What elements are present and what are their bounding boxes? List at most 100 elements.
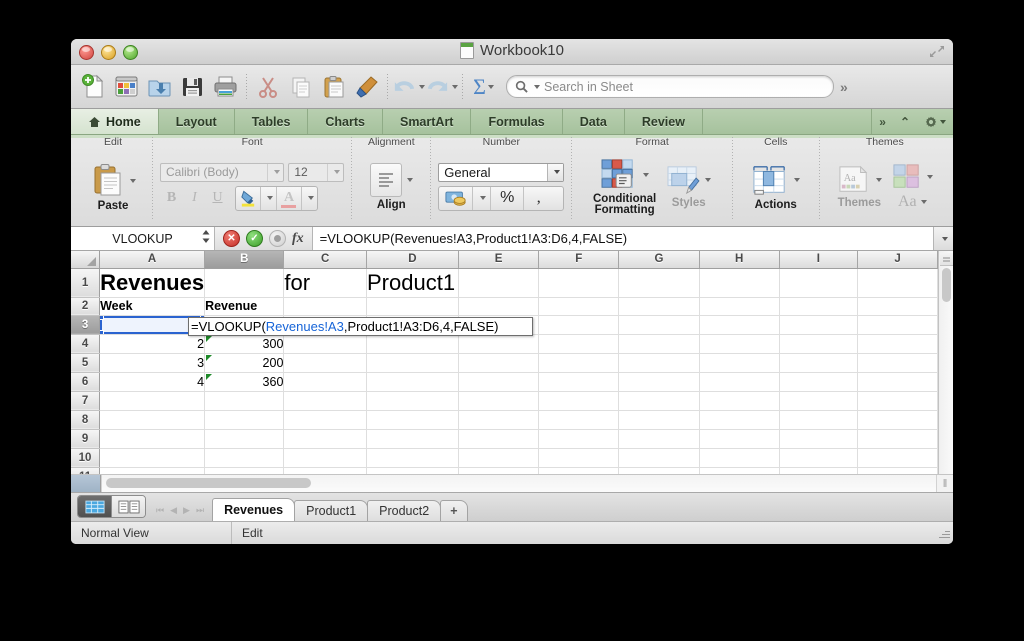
resize-grip[interactable] <box>936 526 950 540</box>
open-file-button[interactable] <box>143 70 176 104</box>
cell-G5[interactable] <box>618 353 700 373</box>
cell-F11[interactable] <box>538 467 620 474</box>
tab-home[interactable]: Home <box>71 109 159 134</box>
ribbon-overflow-button[interactable]: » <box>872 109 893 134</box>
formula-bar-expand-button[interactable] <box>933 227 953 250</box>
row-header-7[interactable]: 7 <box>71 391 101 411</box>
highlight-color-button[interactable] <box>236 186 261 210</box>
cell-A5[interactable]: 3 <box>99 353 206 373</box>
cell-I8[interactable] <box>779 410 858 430</box>
cut-button[interactable] <box>251 70 284 104</box>
page-layout-view-button[interactable] <box>111 496 145 517</box>
cell-G7[interactable] <box>618 391 700 411</box>
next-sheet-button[interactable]: ▶ <box>183 505 190 516</box>
cell-H5[interactable] <box>699 353 780 373</box>
cell-E6[interactable] <box>458 372 540 392</box>
cell-F2[interactable] <box>538 297 620 316</box>
cell-H11[interactable] <box>699 467 780 474</box>
cell-G9[interactable] <box>618 429 700 449</box>
theme-fonts-dropdown-icon[interactable] <box>920 199 927 204</box>
styles-dropdown-icon[interactable] <box>705 177 712 182</box>
cell-E11[interactable] <box>458 467 540 474</box>
cell-D7[interactable] <box>366 391 459 411</box>
theme-colors-button[interactable]: Aa <box>892 163 933 211</box>
cell-H2[interactable] <box>699 297 780 316</box>
ribbon-settings-button[interactable] <box>917 109 953 134</box>
vertical-scroll-thumb[interactable] <box>941 268 951 302</box>
vertical-scroll-split-handle[interactable] <box>939 253 953 266</box>
cell-I5[interactable] <box>779 353 858 373</box>
cell-H8[interactable] <box>699 410 780 430</box>
font-name-dropdown-icon[interactable] <box>267 163 283 181</box>
row-header-11[interactable]: 11 <box>71 467 101 474</box>
cell-G1[interactable] <box>618 268 700 298</box>
formula-builder-button[interactable] <box>269 230 286 247</box>
number-format-dropdown-icon[interactable] <box>547 163 564 181</box>
cell-A7[interactable] <box>99 391 206 411</box>
cell-E1[interactable] <box>458 268 540 298</box>
cell-I9[interactable] <box>779 429 858 449</box>
search-input[interactable]: Search in Sheet <box>544 80 633 94</box>
cell-B1[interactable] <box>204 268 285 298</box>
cell-C1[interactable]: for <box>283 268 367 298</box>
row-header-10[interactable]: 10 <box>71 448 101 468</box>
cell-G3[interactable] <box>618 315 700 335</box>
cell-J7[interactable] <box>857 391 939 411</box>
column-header-H[interactable]: H <box>699 251 780 269</box>
cell-A2[interactable]: Week <box>99 297 206 316</box>
cell-J2[interactable] <box>857 297 939 316</box>
number-format-field[interactable]: General <box>438 162 565 182</box>
align-dropdown-icon[interactable] <box>406 177 413 182</box>
cell-H3[interactable] <box>699 315 780 335</box>
font-color-dropdown-icon[interactable] <box>302 187 317 210</box>
cell-E10[interactable] <box>458 448 540 468</box>
cell-F7[interactable] <box>538 391 620 411</box>
in-cell-editor[interactable]: =VLOOKUP(Revenues!A3 ,Product1!A3:D6,4,FA… <box>188 317 533 336</box>
cell-J9[interactable] <box>857 429 939 449</box>
row-header-6[interactable]: 6 <box>71 372 101 392</box>
cell-J8[interactable] <box>857 410 939 430</box>
italic-button[interactable]: I <box>183 188 206 209</box>
cell-D1[interactable]: Product1 <box>366 268 459 298</box>
cell-B2[interactable]: Revenue <box>204 297 285 316</box>
cell-J3[interactable] <box>857 315 939 335</box>
vertical-scrollbar[interactable] <box>938 251 953 474</box>
tab-review[interactable]: Review <box>625 109 703 134</box>
cell-H1[interactable] <box>699 268 780 298</box>
align-icon[interactable] <box>369 162 402 197</box>
cell-C6[interactable] <box>283 372 367 392</box>
search-box[interactable]: Search in Sheet <box>506 75 834 98</box>
cell-J1[interactable] <box>857 268 939 298</box>
cell-H7[interactable] <box>699 391 780 411</box>
save-button[interactable] <box>176 70 209 104</box>
cell-A6[interactable]: 4 <box>99 372 206 392</box>
new-document-button[interactable] <box>77 70 110 104</box>
cell-A10[interactable] <box>99 448 206 468</box>
cell-F10[interactable] <box>538 448 620 468</box>
font-name-field[interactable]: Calibri (Body) <box>160 162 285 182</box>
prev-sheet-button[interactable]: ◀ <box>170 505 177 516</box>
confirm-formula-button[interactable]: ✓ <box>246 230 263 247</box>
cell-D10[interactable] <box>366 448 459 468</box>
cell-A4[interactable]: 2 <box>99 334 206 354</box>
tab-smartart[interactable]: SmartArt <box>383 109 472 134</box>
cell-J4[interactable] <box>857 334 939 354</box>
cell-G2[interactable] <box>618 297 700 316</box>
cell-D11[interactable] <box>366 467 459 474</box>
row-header-5[interactable]: 5 <box>71 353 101 373</box>
cell-B11[interactable] <box>204 467 285 474</box>
cell-I11[interactable] <box>779 467 858 474</box>
cell-G8[interactable] <box>618 410 700 430</box>
ribbon-settings-dropdown-icon[interactable] <box>940 119 946 124</box>
tab-layout[interactable]: Layout <box>159 109 235 134</box>
cell-A8[interactable] <box>99 410 206 430</box>
cell-B4[interactable]: 300 <box>204 334 285 354</box>
tab-data[interactable]: Data <box>563 109 625 134</box>
formula-input[interactable]: =VLOOKUP(Revenues!A3,Product1!A3:D6,4,FA… <box>312 227 933 250</box>
add-sheet-button[interactable]: + <box>440 500 468 521</box>
column-header-G[interactable]: G <box>618 251 700 269</box>
cell-J5[interactable] <box>857 353 939 373</box>
insert-function-icon[interactable]: fx <box>292 231 304 247</box>
cell-B10[interactable] <box>204 448 285 468</box>
currency-dropdown-icon[interactable] <box>473 186 492 210</box>
